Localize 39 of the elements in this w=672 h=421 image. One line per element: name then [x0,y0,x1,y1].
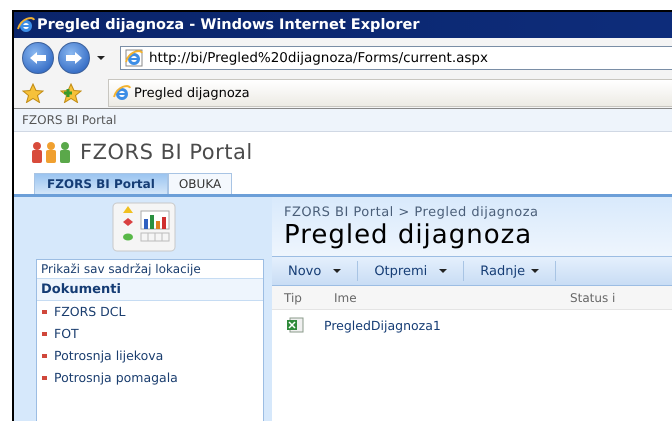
breadcrumb: FZORS BI Portal > Pregled dijagnoza [284,205,540,220]
section-heading[interactable]: Dokumenti [37,279,263,301]
bullet-icon [42,354,47,358]
nav-tab[interactable]: FZORS BI Portal [34,173,168,194]
window-title: Pregled dijagnoza - Windows Internet Explorer [37,17,420,33]
document-link[interactable]: PregledDijagnoza1 [324,318,441,332]
bullet-icon [42,376,47,380]
sidebar-link[interactable]: Potrosnja lijekova [54,348,164,363]
toolbar-menu-button[interactable]: Otpremi [358,261,464,281]
toolbar-menu-button[interactable]: Radnje [464,261,556,281]
address-field[interactable]: http://bi/Pregled%20dijagnoza/Forms/current.aspx [120,46,672,70]
caret-icon [531,269,540,273]
caret-icon [439,269,448,273]
column-header[interactable]: Ime [334,291,570,305]
column-header[interactable]: Status i [570,291,616,305]
browser-logo-icon [17,16,35,34]
back-arrow-icon [28,50,48,66]
browser-tab[interactable]: Pregled dijagnoza [108,79,672,107]
site-title: FZORS BI Portal [80,140,253,164]
bullet-icon [42,332,47,336]
forward-button[interactable] [58,42,90,74]
column-header[interactable]: Tip [284,291,334,305]
add-favorite-icon [60,83,82,103]
nav-tab[interactable]: OBUKA [168,173,232,194]
sidebar-link[interactable]: Potrosnja pomagala [54,370,178,385]
browser-logo-icon [113,84,131,102]
back-button[interactable] [22,42,54,74]
sidebar-link[interactable]: FOT [54,326,79,341]
people-icon [30,140,72,164]
star-icon [22,83,44,103]
caret-icon [333,269,342,273]
page-icon [125,49,143,67]
sidebar-link[interactable]: FZORS DCL [54,304,126,319]
site-path: FZORS BI Portal [22,113,116,127]
bullet-icon [42,310,47,314]
forward-arrow-icon [64,50,84,66]
spreadsheet-file-icon [286,317,304,333]
toolbar-menu-button[interactable]: Novo [272,261,358,281]
page-title: Pregled dijagnoza [284,220,534,250]
